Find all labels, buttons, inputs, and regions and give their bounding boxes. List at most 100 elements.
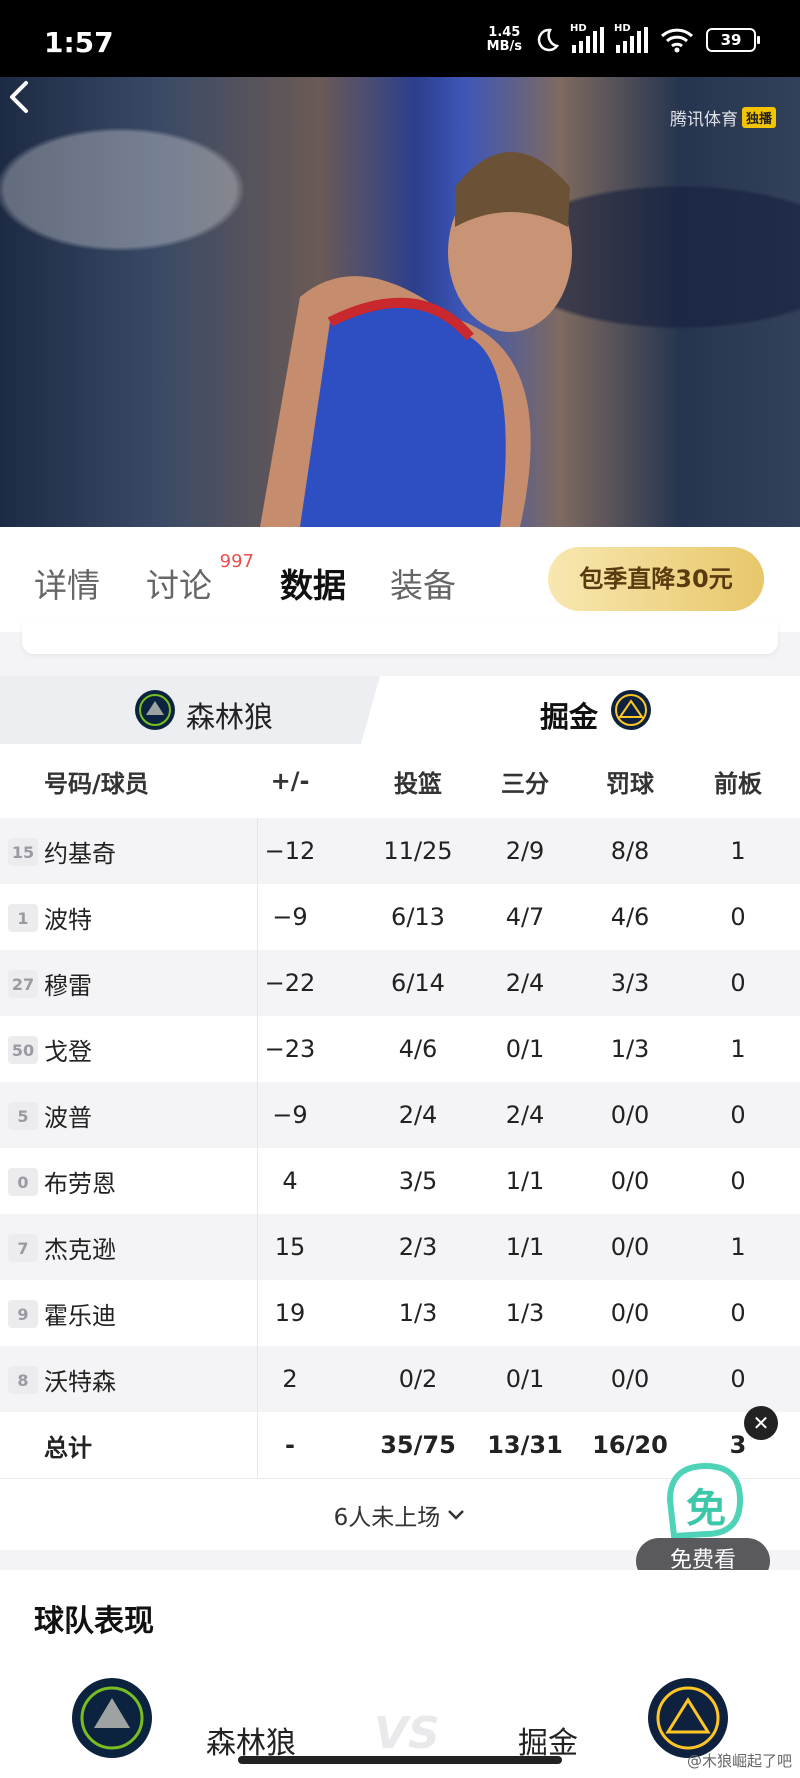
total-label: 总计 — [44, 1433, 92, 1462]
field-goals: 0/2 — [398, 1365, 438, 1393]
jersey-number: 15 — [8, 838, 38, 866]
plus-minus: 15 — [274, 1233, 306, 1261]
table-row[interactable]: 8 沃特森 2 0/2 0/1 0/0 0 — [0, 1346, 800, 1412]
tab-equipment[interactable]: 装备 — [390, 559, 456, 607]
team-name-timberwolves[interactable]: 森林狼 — [186, 694, 273, 736]
table-row[interactable]: 5 波普 −9 2/4 2/4 0/0 0 — [0, 1082, 800, 1148]
field-goals: 2/3 — [398, 1233, 438, 1261]
player-name: 沃特森 — [44, 1367, 116, 1396]
signal-icon: HD — [570, 23, 604, 53]
status-time: 1:57 — [44, 26, 114, 59]
video-player[interactable]: 腾讯体育 独播 — [0, 77, 800, 527]
player-name: 戈登 — [44, 1037, 92, 1066]
table-row[interactable]: 27 穆雷 −22 6/14 2/4 3/3 0 — [0, 950, 800, 1016]
offensive-rebounds: 1 — [730, 1035, 746, 1063]
free-throws: 4/6 — [610, 903, 650, 931]
free-throws: 3/3 — [610, 969, 650, 997]
free-throws: 0/0 — [610, 1365, 650, 1393]
plus-minus: −12 — [264, 837, 316, 865]
vs-label: VS — [374, 1708, 440, 1759]
table-header: 号码/球员 +/- 投篮 三分 罚球 前板 — [0, 744, 800, 818]
nuggets-logo-icon — [648, 1678, 728, 1758]
table-row[interactable]: 9 霍乐迪 19 1/3 1/3 0/0 0 — [0, 1280, 800, 1346]
jersey-number: 8 — [8, 1366, 38, 1394]
table-row[interactable]: 50 戈登 −23 4/6 0/1 1/3 1 — [0, 1016, 800, 1082]
total-plus-minus: - — [285, 1431, 295, 1459]
three-pointers: 1/3 — [505, 1299, 545, 1327]
tab-details[interactable]: 详情 — [34, 559, 100, 607]
field-goals: 6/13 — [391, 903, 445, 931]
header-oreb: 前板 — [714, 769, 762, 798]
close-floating-button[interactable]: ✕ — [744, 1406, 778, 1440]
tab-bar: 详情 讨论 997 数据 装备 包季直降30元 — [0, 527, 800, 632]
total-field-goals: 35/75 — [380, 1431, 456, 1459]
header-fg: 投篮 — [394, 769, 442, 798]
offensive-rebounds: 1 — [730, 837, 746, 865]
free-throws: 0/0 — [610, 1299, 650, 1327]
net-speed: 1.45 MB/s — [486, 25, 522, 54]
total-three-pointers: 13/31 — [487, 1431, 563, 1459]
wifi-icon — [660, 28, 694, 53]
table-row[interactable]: 7 杰克逊 15 2/3 1/1 0/0 1 — [0, 1214, 800, 1280]
plus-minus: −22 — [264, 969, 316, 997]
status-icons: 1.45 MB/s HD HD 39 — [486, 22, 760, 58]
header-ft: 罚球 — [606, 769, 654, 798]
box-score-table: 号码/球员 +/- 投篮 三分 罚球 前板 15 约基奇 −12 11/25 2… — [0, 744, 800, 1550]
plus-minus: 19 — [274, 1299, 306, 1327]
free-watch-icon[interactable]: 免 — [660, 1460, 748, 1540]
team-name-nuggets[interactable]: 掘金 — [540, 694, 598, 736]
free-throws: 0/0 — [610, 1101, 650, 1129]
offensive-rebounds: 0 — [730, 1167, 746, 1195]
team-switcher: 森林狼 掘金 — [0, 676, 800, 744]
header-3pt: 三分 — [501, 769, 549, 798]
offensive-rebounds: 1 — [730, 1233, 746, 1261]
offensive-rebounds: 0 — [730, 1101, 746, 1129]
jersey-number: 50 — [8, 1036, 38, 1064]
free-throws: 0/0 — [610, 1233, 650, 1261]
three-pointers: 2/4 — [505, 969, 545, 997]
player-figure — [260, 152, 572, 527]
jersey-number: 5 — [8, 1102, 38, 1130]
timberwolves-logo-icon — [72, 1678, 152, 1758]
timberwolves-logo-icon — [135, 690, 175, 730]
player-name: 波特 — [44, 905, 92, 934]
battery-icon: 39 — [706, 28, 760, 52]
three-pointers: 2/4 — [505, 1101, 545, 1129]
back-arrow-icon[interactable] — [0, 77, 40, 117]
plus-minus: 2 — [282, 1365, 298, 1393]
table-row[interactable]: 1 波特 −9 6/13 4/7 4/6 0 — [0, 884, 800, 950]
field-goals: 4/6 — [398, 1035, 438, 1063]
status-bar: 1:57 1.45 MB/s HD HD 39 — [0, 0, 800, 77]
header-player: 号码/球员 — [44, 769, 149, 798]
free-throws: 1/3 — [610, 1035, 650, 1063]
jersey-number: 27 — [8, 970, 38, 998]
jersey-number: 9 — [8, 1300, 38, 1328]
three-pointers: 0/1 — [505, 1035, 545, 1063]
tab-discussion[interactable]: 讨论 997 — [146, 551, 254, 607]
three-pointers: 2/9 — [505, 837, 545, 865]
field-goals: 11/25 — [383, 837, 453, 865]
watermark-credit: @木狼崛起了吧 — [686, 1752, 792, 1770]
table-row[interactable]: 15 约基奇 −12 11/25 2/9 8/8 1 — [0, 818, 800, 884]
free-throws: 0/0 — [610, 1167, 650, 1195]
card-edge — [22, 620, 778, 654]
free-throws: 8/8 — [610, 837, 650, 865]
player-name: 穆雷 — [44, 971, 92, 1000]
section-title: 球队表现 — [34, 1604, 154, 1639]
table-row[interactable]: 0 布劳恩 4 3/5 1/1 0/0 0 — [0, 1148, 800, 1214]
header-plus-minus: +/- — [270, 767, 310, 795]
tab-stats[interactable]: 数据 — [280, 559, 346, 607]
nuggets-logo-icon — [611, 690, 651, 730]
offensive-rebounds: 0 — [730, 1299, 746, 1327]
three-pointers: 1/1 — [505, 1233, 545, 1261]
plus-minus: −23 — [264, 1035, 316, 1063]
three-pointers: 4/7 — [505, 903, 545, 931]
home-indicator[interactable] — [238, 1756, 562, 1764]
three-pointers: 1/1 — [505, 1167, 545, 1195]
plus-minus: −9 — [272, 903, 308, 931]
jersey-number: 0 — [8, 1168, 38, 1196]
season-promo-button[interactable]: 包季直降30元 — [548, 547, 764, 611]
exclusive-badge: 独播 — [741, 107, 776, 128]
three-pointers: 0/1 — [505, 1365, 545, 1393]
signal-icon: HD — [614, 23, 648, 53]
